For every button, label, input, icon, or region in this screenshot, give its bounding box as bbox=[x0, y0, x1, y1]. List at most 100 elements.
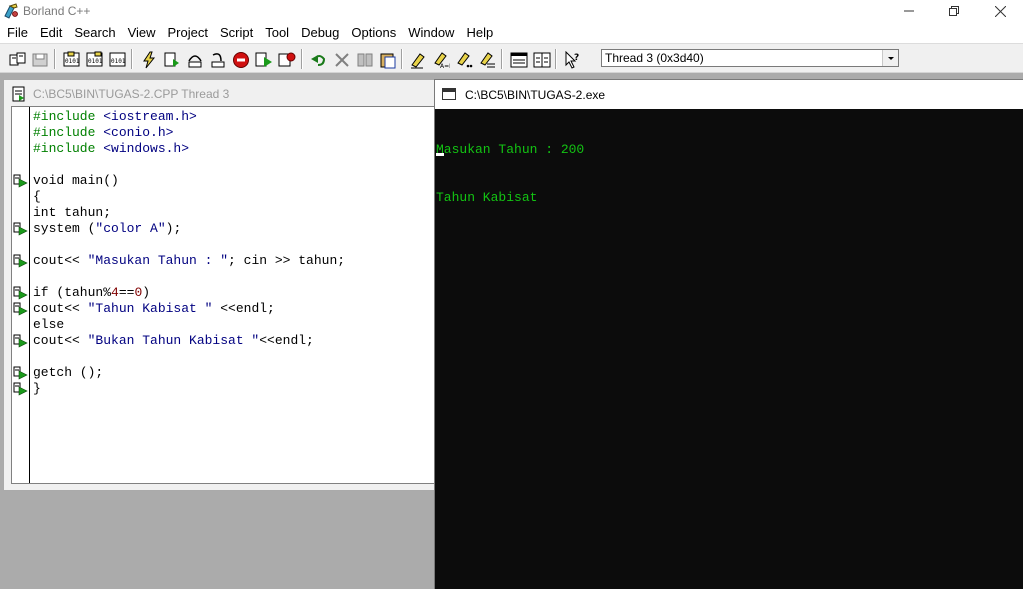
restore-button[interactable] bbox=[931, 0, 977, 22]
chevron-down-icon[interactable] bbox=[882, 50, 898, 66]
code-token: "color A" bbox=[95, 221, 166, 236]
executable-line-icon[interactable] bbox=[13, 222, 29, 236]
code-token: <windows.h> bbox=[103, 141, 190, 156]
copy-button[interactable] bbox=[353, 48, 375, 70]
menu-help[interactable]: Help bbox=[460, 23, 499, 43]
code-line[interactable]: #include <windows.h> bbox=[33, 141, 345, 157]
evaluate-pen-icon bbox=[457, 52, 473, 68]
minimize-button[interactable] bbox=[886, 0, 932, 22]
thread-select[interactable]: Thread 3 (0x3d40) bbox=[601, 49, 899, 67]
paste-icon bbox=[380, 53, 396, 69]
save-project-button[interactable] bbox=[29, 48, 51, 70]
toolbar-separator bbox=[401, 49, 403, 69]
help-pointer-icon: ? bbox=[565, 51, 579, 69]
close-button[interactable] bbox=[977, 0, 1023, 22]
split-window-icon bbox=[533, 52, 551, 68]
trace-into-icon bbox=[211, 53, 225, 68]
make-button[interactable] bbox=[137, 48, 159, 70]
code-line[interactable]: cout<< "Tahun Kabisat " <<endl; bbox=[33, 301, 345, 317]
menu-debug[interactable]: Debug bbox=[295, 23, 345, 43]
menu-edit[interactable]: Edit bbox=[34, 23, 68, 43]
code-line[interactable]: #include <iostream.h> bbox=[33, 109, 345, 125]
executable-line-icon[interactable] bbox=[13, 254, 29, 268]
step-over-icon bbox=[188, 55, 202, 68]
code-line[interactable] bbox=[33, 237, 345, 253]
watch-list-button[interactable] bbox=[475, 48, 497, 70]
terminate-button[interactable] bbox=[229, 48, 251, 70]
run-to-cursor-button[interactable] bbox=[252, 48, 274, 70]
code-token: == bbox=[118, 285, 135, 300]
code-line[interactable]: cout<< "Masukan Tahun : "; cin >> tahun; bbox=[33, 253, 345, 269]
menu-project[interactable]: Project bbox=[162, 23, 214, 43]
open-project-button[interactable] bbox=[6, 48, 28, 70]
code-line[interactable]: cout<< "Bukan Tahun Kabisat "<<endl; bbox=[33, 333, 345, 349]
cut-button[interactable] bbox=[330, 48, 352, 70]
code-line[interactable]: } bbox=[33, 381, 345, 397]
save-file-button[interactable]: 0101 bbox=[106, 48, 128, 70]
menu-script[interactable]: Script bbox=[214, 23, 259, 43]
step-over-button[interactable] bbox=[183, 48, 205, 70]
open-project-icon bbox=[9, 52, 26, 66]
code-line[interactable]: int tahun; bbox=[33, 205, 345, 221]
breakpoint-pen-icon bbox=[411, 53, 425, 69]
console-output[interactable]: Masukan Tahun : 200 Tahun Kabisat bbox=[435, 109, 1023, 589]
add-watch-button[interactable] bbox=[275, 48, 297, 70]
new-file-button[interactable]: 0101 bbox=[60, 48, 82, 70]
message-window-button[interactable] bbox=[507, 48, 529, 70]
source-code[interactable]: #include <iostream.h> #include <conio.h> #… bbox=[33, 109, 345, 397]
menu-search[interactable]: Search bbox=[68, 23, 121, 43]
code-line[interactable] bbox=[33, 349, 345, 365]
menu-bar: File Edit Search View Project Script Too… bbox=[0, 22, 1023, 43]
code-editor[interactable]: #include <iostream.h> #include <conio.h> #… bbox=[11, 106, 435, 484]
menu-file[interactable]: File bbox=[1, 23, 34, 43]
svg-text:0101: 0101 bbox=[65, 58, 80, 65]
open-file-button[interactable]: 0101 bbox=[83, 48, 105, 70]
menu-options[interactable]: Options bbox=[345, 23, 402, 43]
build-button[interactable] bbox=[160, 48, 182, 70]
code-line[interactable]: { bbox=[33, 189, 345, 205]
code-line[interactable]: if (tahun%4==0) bbox=[33, 285, 345, 301]
menu-view[interactable]: View bbox=[122, 23, 162, 43]
breakpoint-gutter[interactable] bbox=[12, 107, 30, 483]
code-line[interactable]: #include <conio.h> bbox=[33, 125, 345, 141]
editor-title: C:\BC5\BIN\TUGAS-2.CPP Thread 3 bbox=[33, 87, 230, 101]
svg-text:0101: 0101 bbox=[111, 58, 126, 65]
paste-button[interactable] bbox=[376, 48, 398, 70]
code-line[interactable]: void main() bbox=[33, 173, 345, 189]
code-line[interactable] bbox=[33, 157, 345, 173]
source-file-icon bbox=[12, 86, 25, 102]
code-line[interactable] bbox=[33, 269, 345, 285]
toolbar-separator bbox=[555, 49, 557, 69]
menu-tool[interactable]: Tool bbox=[259, 23, 295, 43]
inspect-pen-icon: A=B bbox=[434, 52, 450, 69]
editor-titlebar[interactable]: C:\BC5\BIN\TUGAS-2.CPP Thread 3 bbox=[4, 80, 434, 106]
toggle-breakpoint-button[interactable] bbox=[406, 48, 428, 70]
console-line: Tahun Kabisat bbox=[436, 190, 538, 205]
executable-line-icon[interactable] bbox=[13, 286, 29, 300]
executable-line-icon[interactable] bbox=[13, 366, 29, 380]
inspect-button[interactable]: A=B bbox=[429, 48, 451, 70]
executable-line-icon[interactable] bbox=[13, 334, 29, 348]
toolbar-separator bbox=[501, 49, 503, 69]
code-token: <iostream.h> bbox=[103, 109, 197, 124]
svg-text:0101: 0101 bbox=[88, 58, 103, 65]
executable-line-icon[interactable] bbox=[13, 382, 29, 396]
text-cursor bbox=[436, 153, 444, 156]
context-help-button[interactable]: ? bbox=[561, 48, 583, 70]
code-token: void main() bbox=[33, 173, 119, 188]
executable-line-icon[interactable] bbox=[13, 174, 29, 188]
code-line[interactable]: else bbox=[33, 317, 345, 333]
minimize-icon bbox=[904, 10, 914, 12]
undo-button[interactable] bbox=[307, 48, 329, 70]
menu-window[interactable]: Window bbox=[402, 23, 460, 43]
code-line[interactable]: getch (); bbox=[33, 365, 345, 381]
code-token: cout<< bbox=[33, 333, 88, 348]
console-titlebar[interactable]: C:\BC5\BIN\TUGAS-2.exe bbox=[435, 80, 1023, 109]
code-line[interactable]: system ("color A"); bbox=[33, 221, 345, 237]
evaluate-button[interactable] bbox=[452, 48, 474, 70]
trace-into-button[interactable] bbox=[206, 48, 228, 70]
split-window-button[interactable] bbox=[530, 48, 552, 70]
code-token: if (tahun% bbox=[33, 285, 112, 300]
executable-line-icon[interactable] bbox=[13, 302, 29, 316]
code-token: ; cin >> tahun; bbox=[228, 253, 346, 268]
